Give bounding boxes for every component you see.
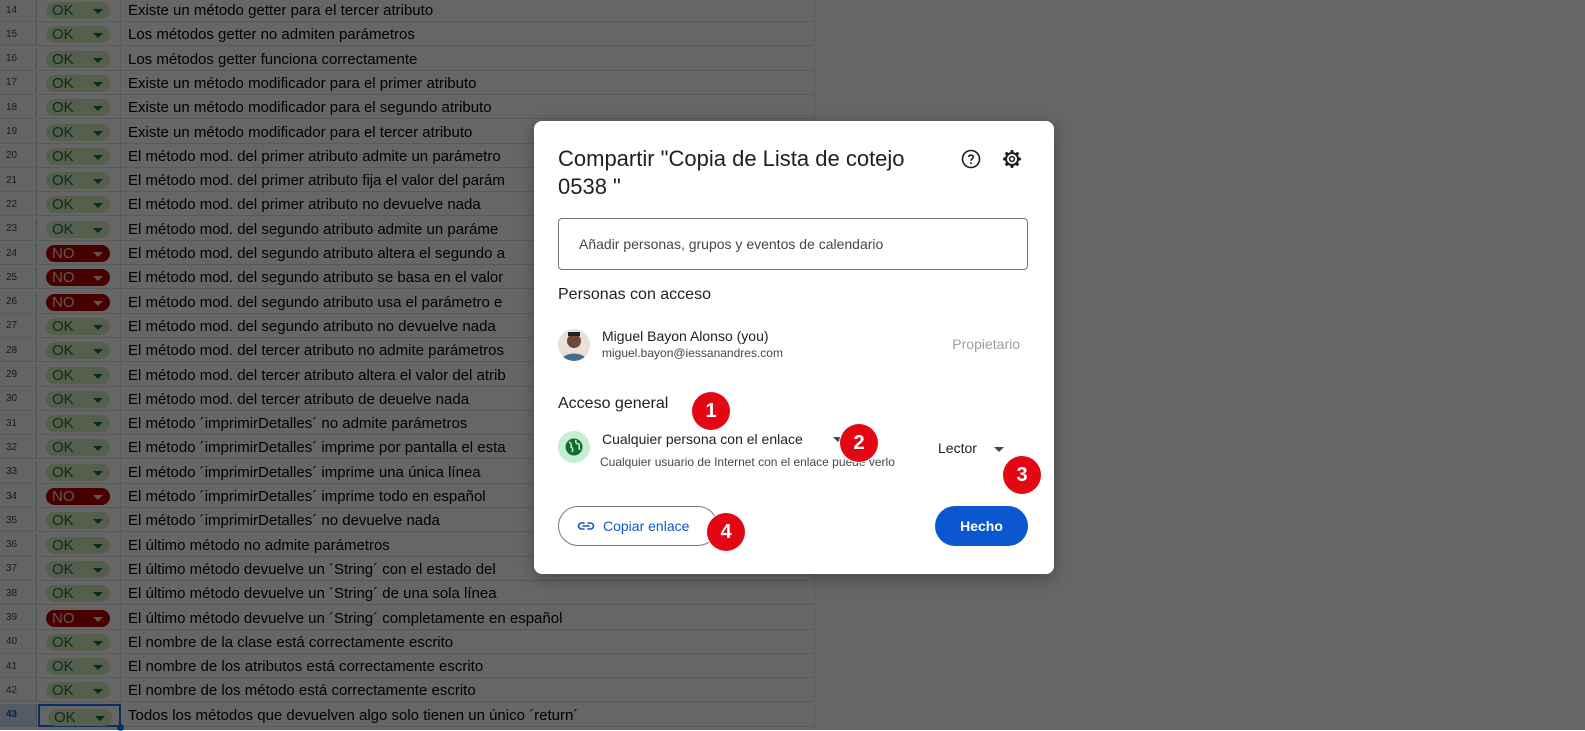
role-select[interactable]: Lector bbox=[938, 440, 977, 456]
person-email: miguel.bayon@iessanandres.com bbox=[602, 346, 783, 360]
person-name: Miguel Bayon Alonso (you) bbox=[602, 328, 769, 344]
annotation-badge-2: 2 bbox=[840, 424, 878, 462]
done-button[interactable]: Hecho bbox=[935, 506, 1028, 546]
people-with-access-heading: Personas con acceso bbox=[558, 286, 711, 303]
general-access-heading: Acceso general bbox=[558, 395, 669, 412]
add-people-input[interactable] bbox=[558, 218, 1028, 270]
annotation-badge-4: 4 bbox=[707, 513, 745, 551]
dialog-title: Compartir "Copia de Lista de cotejo 0538… bbox=[558, 146, 905, 199]
avatar bbox=[558, 329, 590, 361]
person-role: Propietario bbox=[952, 336, 1020, 352]
annotation-badge-3: 3 bbox=[1003, 456, 1041, 494]
share-dialog: Compartir "Copia de Lista de cotejo 0538… bbox=[534, 121, 1054, 574]
link-icon bbox=[577, 522, 595, 530]
copy-link-button[interactable]: Copiar enlace bbox=[558, 506, 718, 546]
annotation-badge-1: 1 bbox=[692, 392, 730, 430]
gear-icon[interactable] bbox=[1000, 147, 1024, 171]
access-select[interactable]: Cualquier persona con el enlace bbox=[602, 431, 803, 447]
globe-icon bbox=[558, 431, 590, 463]
chevron-down-icon[interactable] bbox=[994, 447, 1004, 452]
copy-link-label: Copiar enlace bbox=[603, 518, 690, 534]
help-icon[interactable] bbox=[959, 147, 983, 171]
